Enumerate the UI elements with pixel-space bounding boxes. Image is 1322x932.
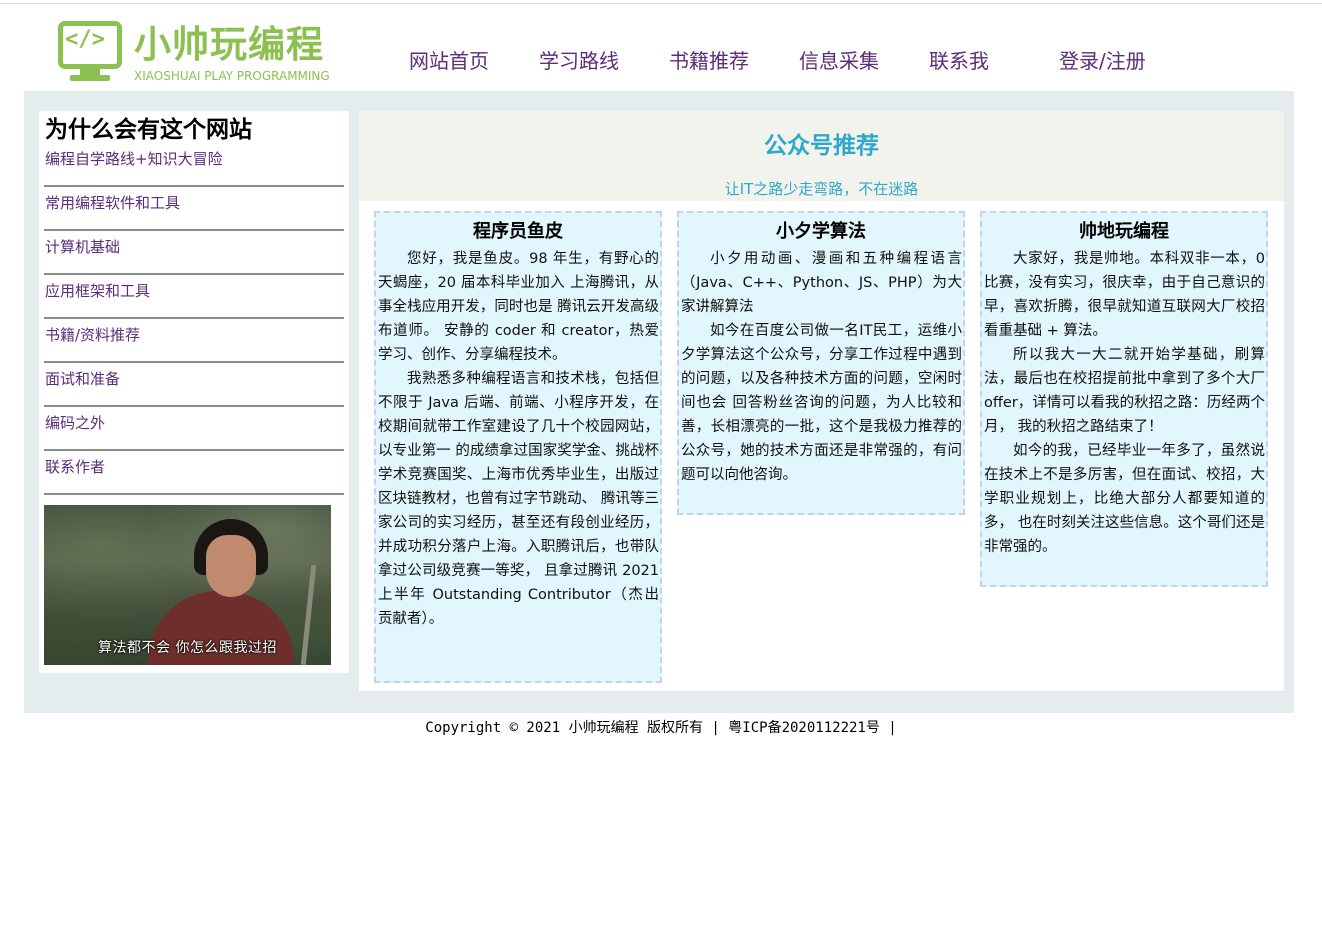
card-title: 小夕学算法	[776, 221, 866, 242]
sidebar-item-cs-basics[interactable]: 计算机基础	[44, 232, 344, 275]
logo-title: 小帅玩编程	[134, 23, 324, 66]
card-body: 您好，我是鱼皮。98 年生，有野心的天蝎座，20 届本科毕业加入 上海腾讯，从事…	[378, 247, 659, 631]
logo-subtitle: XIAOSHUAI PLAY PROGRAMMING	[134, 69, 330, 83]
sidebar-item-self-study-route[interactable]: 编程自学路线+知识大冒险	[44, 144, 344, 187]
card-body: 小夕用动画、漫画和五种编程语言（Java、C++、Python、JS、PHP）为…	[681, 247, 962, 487]
account-card-xiaoxi: 小夕学算法 小夕用动画、漫画和五种编程语言（Java、C++、Python、JS…	[677, 211, 965, 515]
nav-home[interactable]: 网站首页	[409, 48, 489, 74]
sidebar-item-label: 应用框架和工具	[45, 282, 151, 300]
monitor-base	[70, 75, 110, 81]
card-paragraph: 您好，我是鱼皮。98 年生，有野心的天蝎座，20 届本科毕业加入 上海腾讯，从事…	[378, 251, 659, 363]
card-paragraph: 如今在百度公司做一名IT民工，运维小夕学算法这个公众号，分享工作过程中遇到的问题…	[681, 323, 962, 483]
sidebar-item-frameworks[interactable]: 应用框架和工具	[44, 276, 344, 319]
nav-login-register[interactable]: 登录/注册	[1059, 48, 1146, 74]
nav-info-collection[interactable]: 信息采集	[799, 48, 879, 74]
sidebar-item-label: 书籍/资料推荐	[45, 326, 141, 344]
sidebar-item-label: 常用编程软件和工具	[45, 194, 181, 212]
card-title: 帅地玩编程	[1079, 221, 1169, 242]
logo-code-glyph: </>	[65, 27, 105, 52]
sidebar-item-books[interactable]: 书籍/资料推荐	[44, 320, 344, 363]
content-title: 公众号推荐	[764, 133, 879, 159]
sidebar-item-software-tools[interactable]: 常用编程软件和工具	[44, 188, 344, 231]
card-paragraph: 大家好，我是帅地。本科双非一本，0 比赛，没有实习，很庆幸，由于自己意识的早，喜…	[984, 251, 1265, 339]
card-paragraph: 如今的我，已经毕业一年多了，虽然说在技术上不是多厉害，但在面试、校招，大学职业规…	[984, 443, 1265, 555]
image-figure-face	[206, 535, 256, 597]
footer-copyright: Copyright © 2021 小帅玩编程 版权所有 | 粤ICP备20201…	[425, 720, 897, 736]
image-caption: 算法都不会 你怎么跟我过招	[98, 640, 277, 656]
nav-learning-path[interactable]: 学习路线	[539, 48, 619, 74]
nav-contact[interactable]: 联系我	[929, 48, 989, 74]
sidebar-item-label: 编码之外	[45, 414, 106, 432]
content-subtitle: 让IT之路少走弯路，不在迷路	[724, 180, 919, 198]
account-card-shuaidi: 帅地玩编程 大家好，我是帅地。本科双非一本，0 比赛，没有实习，很庆幸，由于自己…	[980, 211, 1268, 587]
card-paragraph: 所以我大一大二就开始学基础，刷算法，最后也在校招提前批中拿到了多个大厂 offe…	[984, 347, 1265, 435]
sidebar-item-interview[interactable]: 面试和准备	[44, 364, 344, 407]
content-panel: 公众号推荐 让IT之路少走弯路，不在迷路 程序员鱼皮 您好，我是鱼皮。98 年生…	[359, 111, 1284, 691]
content-header: 公众号推荐 让IT之路少走弯路，不在迷路	[359, 111, 1284, 201]
sidebar-item-label: 面试和准备	[45, 370, 121, 388]
sidebar-item-label: 编程自学路线+知识大冒险	[45, 150, 223, 168]
site-header: </> 小帅玩编程 XIAOSHUAI PLAY PROGRAMMING 网站首…	[0, 4, 1322, 91]
sidebar-item-label: 计算机基础	[45, 238, 121, 256]
sidebar-item-label: 联系作者	[45, 458, 106, 476]
card-paragraph: 小夕用动画、漫画和五种编程语言（Java、C++、Python、JS、PHP）为…	[681, 251, 962, 315]
card-body: 大家好，我是帅地。本科双非一本，0 比赛，没有实习，很庆幸，由于自己意识的早，喜…	[984, 247, 1265, 559]
card-title: 程序员鱼皮	[473, 221, 563, 242]
sidebar-title: 为什么会有这个网站	[45, 117, 252, 143]
site-logo[interactable]: </> 小帅玩编程 XIAOSHUAI PLAY PROGRAMMING	[58, 21, 348, 91]
nav-book-recommendations[interactable]: 书籍推荐	[669, 48, 749, 74]
account-card-yupi: 程序员鱼皮 您好，我是鱼皮。98 年生，有野心的天蝎座，20 届本科毕业加入 上…	[374, 211, 662, 683]
card-paragraph: 我熟悉多种编程语言和技术栈，包括但不限于 Java 后端、前端、小程序开发，在校…	[378, 371, 659, 627]
sidebar-promo-image: 算法都不会 你怎么跟我过招	[44, 505, 331, 665]
sidebar: 为什么会有这个网站 编程自学路线+知识大冒险 常用编程软件和工具 计算机基础 应…	[39, 111, 349, 673]
sidebar-item-contact-author[interactable]: 联系作者	[44, 452, 344, 495]
sidebar-item-beyond-coding[interactable]: 编码之外	[44, 408, 344, 451]
